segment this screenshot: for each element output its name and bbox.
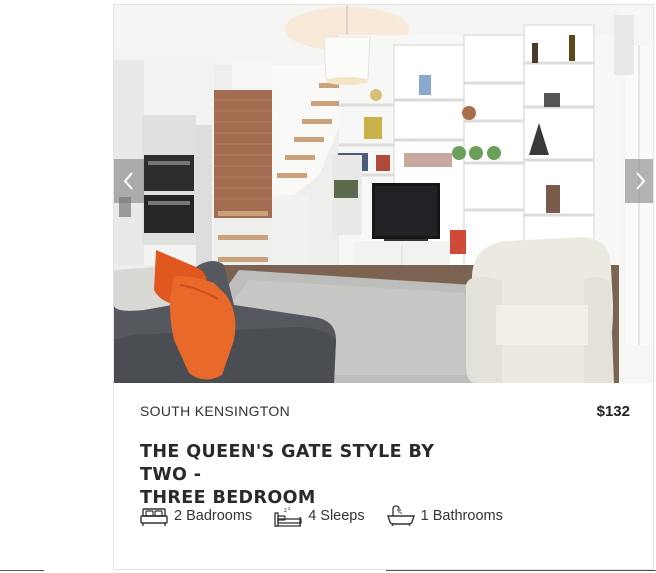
- bathtub-icon: [386, 505, 415, 527]
- listing-location: SOUTH KENSINGTON: [140, 403, 291, 419]
- divider-left: [0, 570, 44, 571]
- listing-title[interactable]: THE QUEEN'S GATE STYLE BY TWO - THREE BE…: [140, 441, 480, 510]
- svg-text:z: z: [284, 508, 287, 514]
- bed-icon: [140, 508, 168, 526]
- listing-title-line-1: THE QUEEN'S GATE STYLE BY TWO -: [140, 442, 435, 485]
- gallery-prev-button[interactable]: [114, 159, 144, 203]
- amenities-list: 2 Badrooms z z 4 Sleeps 1 Bathrooms: [140, 505, 503, 527]
- chevron-left-icon: [123, 172, 133, 190]
- sleep-icon: z z: [274, 506, 302, 527]
- divider-right: [386, 570, 656, 571]
- amenity-sleeps: z z 4 Sleeps: [274, 505, 365, 527]
- amenity-sleeps-label: 4 Sleeps: [308, 508, 365, 524]
- amenity-bathrooms: 1 Bathrooms: [386, 505, 503, 527]
- listing-card[interactable]: SOUTH KENSINGTON $132 THE QUEEN'S GATE S…: [113, 4, 654, 570]
- gallery-next-button[interactable]: [625, 159, 653, 203]
- listing-info: SOUTH KENSINGTON $132 THE QUEEN'S GATE S…: [140, 383, 630, 569]
- amenity-bedrooms: 2 Badrooms: [140, 505, 252, 527]
- amenity-bathrooms-label: 1 Bathrooms: [420, 508, 503, 524]
- chevron-right-icon: [636, 172, 646, 190]
- listing-price: $132: [596, 403, 630, 420]
- page: SOUTH KENSINGTON $132 THE QUEEN'S GATE S…: [0, 0, 656, 573]
- amenity-bedrooms-label: 2 Badrooms: [174, 508, 253, 524]
- listing-photo[interactable]: [114, 5, 653, 383]
- svg-text:z: z: [288, 506, 291, 512]
